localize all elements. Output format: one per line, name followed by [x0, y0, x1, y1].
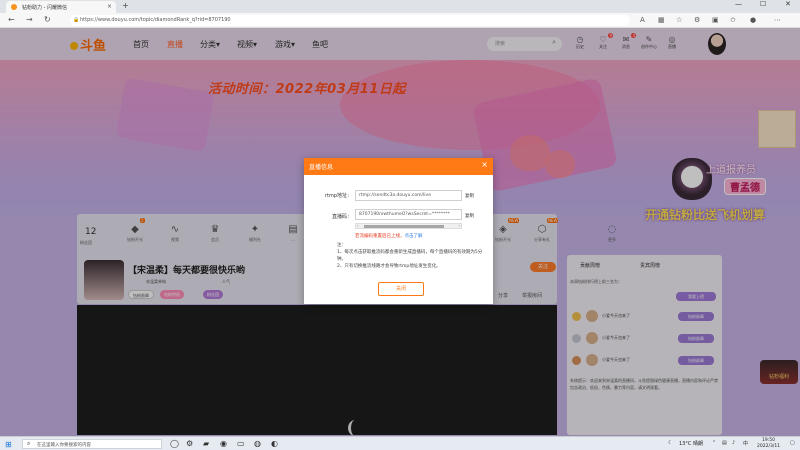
browser-tab-bar: 钻粉助力 - 闪耀微信 × + — ☐ ✕ — [0, 0, 800, 13]
scroll-right-icon[interactable]: › — [458, 223, 460, 228]
browser-menu-icon[interactable]: ⋯ — [774, 16, 781, 24]
weather-text[interactable]: 13°C 晴朗 — [679, 440, 703, 447]
warning-text: 若流编码重置后已上线，点击了解 — [355, 234, 423, 239]
minimize-button[interactable]: — — [735, 0, 742, 8]
windows-start-icon[interactable]: ⊞ — [5, 440, 12, 449]
steam-icon[interactable]: ◉ — [220, 439, 227, 448]
address-bar-area: ← → ↻ 🔒 https://www.douyu.com/topic/diam… — [0, 13, 800, 28]
edge-icon[interactable]: ◍ — [254, 439, 261, 448]
horizontal-scrollbar[interactable]: ‹ › — [355, 223, 462, 229]
stream-info-dialog: 直播信息 × rtmp地址： rtmp://sendtc3a.douyu.com… — [304, 158, 493, 304]
lock-icon: 🔒 — [73, 17, 80, 23]
taskbar-search-input[interactable]: ⌕ 在这里输入你要搜索的内容 — [22, 439, 162, 449]
browser-tab[interactable]: 钻粉助力 - 闪耀微信 × — [6, 1, 116, 13]
maximize-button[interactable]: ☐ — [760, 0, 766, 8]
network-icon[interactable]: ▤ — [722, 440, 727, 446]
close-icon[interactable]: × — [481, 160, 488, 169]
scrollbar-thumb[interactable] — [364, 225, 444, 228]
learn-more-link[interactable]: 点击了解 — [405, 234, 423, 239]
terminal-icon[interactable]: ▭ — [237, 439, 245, 448]
tab-title: 钻粉助力 - 闪耀微信 — [22, 5, 67, 11]
system-clock[interactable]: 19:50 2022/3/11 — [757, 438, 780, 449]
url-field[interactable]: 🔒 https://www.douyu.com/topic/diamondRan… — [70, 15, 630, 26]
input-method[interactable]: 中 — [743, 440, 748, 447]
back-icon[interactable]: ← — [8, 15, 15, 24]
refresh-icon[interactable]: ↻ — [44, 15, 51, 24]
tab-close-icon[interactable]: × — [107, 3, 112, 10]
url-text: https://www.douyu.com/topic/diamondRank_… — [80, 17, 231, 23]
close-window-button[interactable]: ✕ — [785, 0, 791, 8]
favorite-star-icon[interactable]: ☆ — [676, 16, 682, 24]
search-icon: ⌕ — [27, 440, 31, 447]
notification-icon[interactable]: ▢ — [790, 440, 795, 446]
new-tab-button[interactable]: + — [122, 1, 129, 10]
extensions-icon[interactable]: ⚙ — [694, 16, 700, 24]
read-aloud-icon[interactable]: A — [640, 16, 645, 24]
dialog-title: 直播信息 — [309, 164, 334, 171]
volume-icon[interactable]: ♪ — [732, 440, 735, 446]
explorer-icon[interactable]: ▰ — [203, 439, 209, 448]
stream-code-field[interactable]: 8707190rxwthumeO?wsSecret=******** — [355, 209, 462, 220]
forward-icon[interactable]: → — [26, 15, 33, 24]
favorites-icon[interactable]: ✩ — [730, 16, 736, 24]
copy-code-button[interactable]: 复制 — [465, 213, 474, 219]
copy-rtmp-button[interactable]: 复制 — [465, 193, 474, 199]
rtmp-address-field[interactable]: rtmp://sendtc3a.douyu.com/live — [355, 190, 462, 201]
app-icon[interactable]: ◐ — [271, 439, 278, 448]
apps-icon[interactable]: ▦ — [658, 16, 665, 24]
site-favicon-icon — [11, 4, 17, 10]
dialog-header: 直播信息 × — [304, 158, 493, 175]
browser-profile-icon[interactable]: ● — [750, 16, 756, 24]
settings-gear-icon[interactable]: ⚙ — [186, 439, 193, 448]
task-view-icon[interactable]: ◯ — [170, 439, 179, 448]
windows-taskbar: ⊞ ⌕ 在这里输入你要搜索的内容 ◯ ⚙ ▰ ◉ ▭ ◍ ◐ ☾ 13°C 晴朗… — [0, 436, 800, 450]
rtmp-label: rtmp地址： — [324, 193, 352, 199]
tray-chevron-icon[interactable]: ⌃ — [712, 440, 716, 446]
stream-code-label: 直播码： — [331, 214, 352, 220]
notes-section: 注： 1、每次点击获取推流码都会重新生成直播码，每个直播码的有效期为5分钟。 2… — [337, 243, 483, 269]
weather-moon-icon[interactable]: ☾ — [668, 440, 672, 446]
scroll-left-icon[interactable]: ‹ — [357, 223, 359, 228]
collections-icon[interactable]: ▣ — [712, 16, 719, 24]
close-dialog-button[interactable]: 关闭 — [378, 282, 424, 296]
